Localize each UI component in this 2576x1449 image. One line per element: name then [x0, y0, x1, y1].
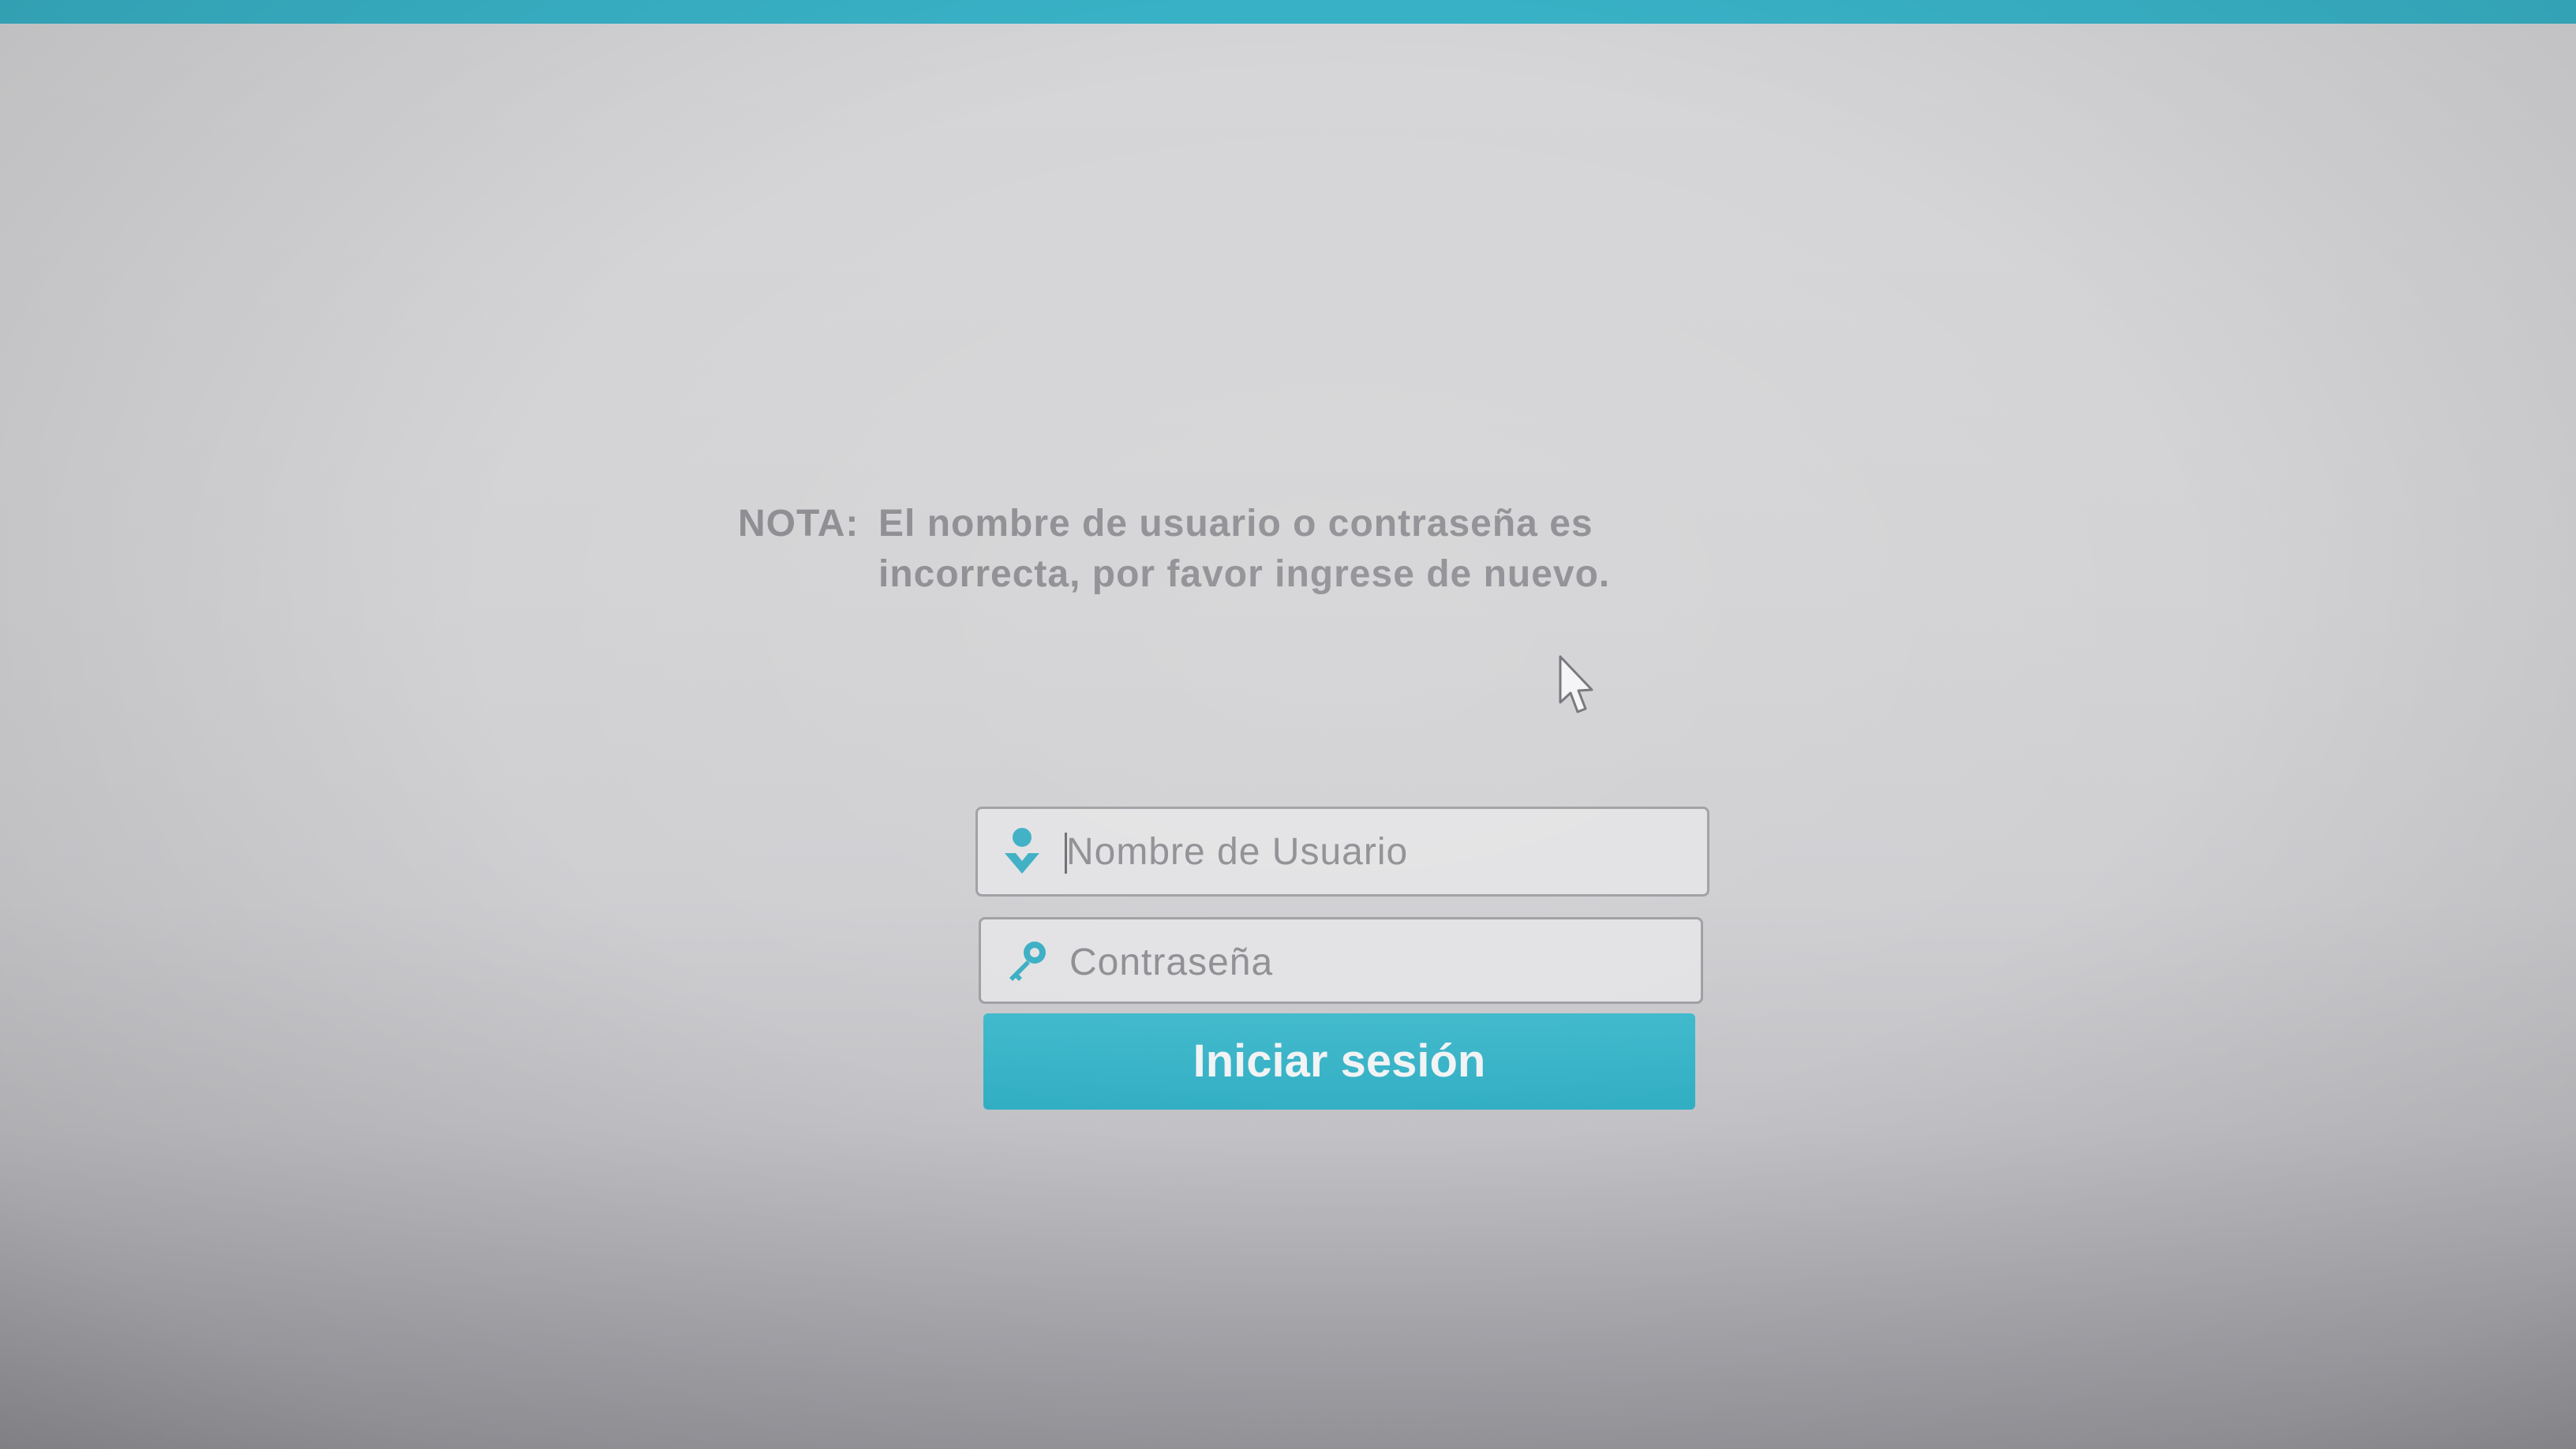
password-input[interactable]: [1068, 927, 1687, 997]
password-field[interactable]: [979, 917, 1703, 1004]
username-input[interactable]: [1065, 817, 1683, 886]
screen-vignette: [0, 0, 2576, 1449]
user-icon: [1002, 826, 1046, 878]
username-field[interactable]: [975, 807, 1709, 897]
top-accent-bar: [0, 0, 2576, 24]
mouse-cursor-icon: [1559, 655, 1593, 713]
text-caret: [1065, 833, 1067, 874]
login-button[interactable]: Iniciar sesión: [983, 1013, 1695, 1110]
error-notice-label: NOTA:: [738, 503, 859, 545]
error-notice-message: El nombre de usuario o contraseña es inc…: [878, 503, 1611, 595]
key-icon: [1005, 937, 1049, 989]
error-notice: NOTA: El nombre de usuario o contraseña e…: [738, 499, 1764, 600]
